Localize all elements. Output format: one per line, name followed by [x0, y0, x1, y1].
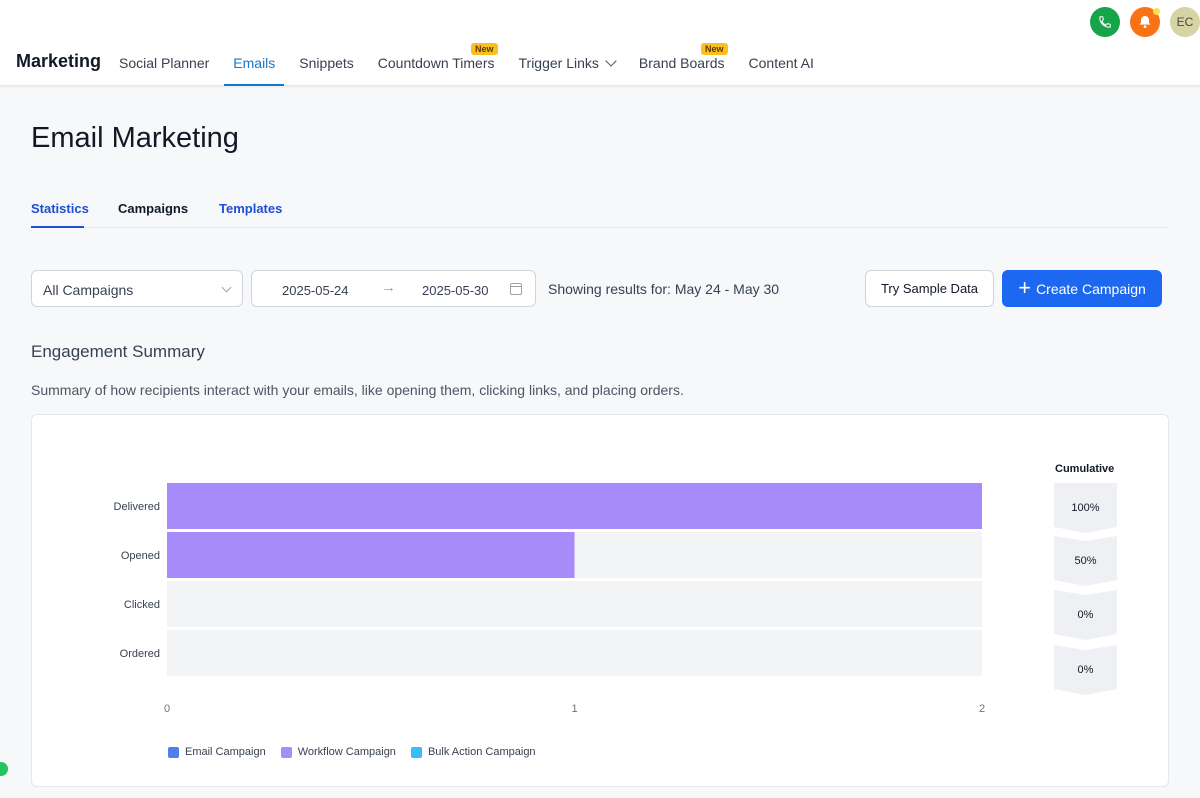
x-tick-label: 2	[979, 703, 985, 715]
bar-track	[167, 630, 982, 676]
category-label: Opened	[121, 550, 160, 562]
legend-swatch	[168, 746, 179, 758]
bar-track	[167, 581, 982, 627]
cumulative-title: Cumulative	[1055, 463, 1115, 475]
category-label: Clicked	[124, 599, 160, 611]
legend-item-bulk[interactable]: Bulk Action Campaign	[410, 746, 536, 758]
category-label: Ordered	[120, 648, 160, 660]
category-label: Delivered	[114, 501, 160, 513]
bar	[167, 483, 982, 529]
legend-item-workflow[interactable]: Workflow Campaign	[280, 746, 396, 758]
cumulative-delivered: 100%	[1054, 483, 1117, 533]
bar	[167, 532, 575, 578]
legend-item-email[interactable]: Email Campaign	[168, 746, 266, 758]
legend-label: Workflow Campaign	[297, 746, 396, 758]
engagement-chart: Delivered Opened Clicked Ordered 0 1 2	[114, 483, 985, 715]
cumulative-opened: 50%	[1054, 536, 1117, 586]
chart-legend: Email Campaign Workflow Campaign Bulk Ac…	[168, 746, 551, 758]
x-tick-label: 0	[164, 703, 170, 715]
legend-label: Email Campaign	[185, 746, 266, 758]
cumulative-ordered: 0%	[1054, 645, 1117, 695]
x-tick-label: 1	[571, 703, 577, 715]
cumulative-clicked: 0%	[1054, 590, 1117, 640]
legend-swatch	[280, 746, 292, 758]
legend-label: Bulk Action Campaign	[427, 746, 536, 758]
legend-swatch	[410, 746, 422, 758]
